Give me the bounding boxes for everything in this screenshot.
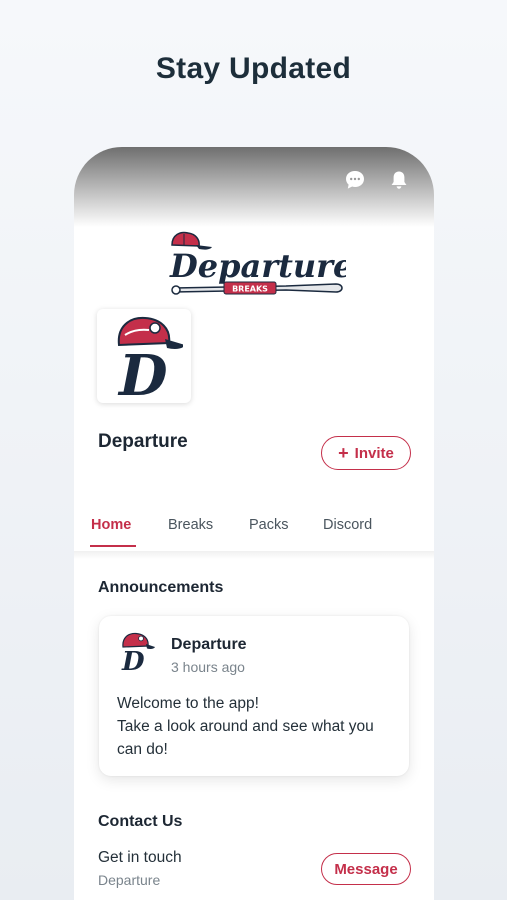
status-header bbox=[74, 147, 434, 227]
tab-bar: Home Breaks Packs Discord bbox=[74, 509, 434, 551]
post-line-2: Take a look around and see what you can … bbox=[117, 718, 374, 758]
headline: Stay Updated bbox=[155, 52, 352, 85]
post-body: Welcome to the app! Take a look around a… bbox=[117, 692, 402, 761]
contact-title: Contact Us bbox=[98, 813, 183, 830]
chat-icon[interactable] bbox=[344, 169, 366, 191]
announcements-title: Announcements bbox=[98, 579, 224, 596]
tab-home[interactable]: Home bbox=[91, 517, 131, 533]
tab-divider bbox=[74, 551, 434, 559]
post-avatar: D bbox=[117, 632, 155, 677]
post-avatar-letter: D bbox=[121, 647, 145, 672]
brand-logo: Departure BREAKS bbox=[166, 231, 353, 301]
announcement-card[interactable]: D Departure 3 hours ago Welcome to the a… bbox=[99, 616, 409, 776]
plus-icon: + bbox=[338, 443, 349, 463]
invite-button[interactable]: + Invite bbox=[321, 436, 411, 470]
post-author: Departure bbox=[171, 636, 247, 653]
avatar-letter: D bbox=[117, 343, 168, 399]
phone-screen: Departure BREAKS D Departure + Invite Ho… bbox=[74, 147, 434, 900]
tab-discord[interactable]: Discord bbox=[323, 517, 372, 533]
logo-wordmark: Departure bbox=[169, 247, 346, 285]
invite-label: Invite bbox=[354, 444, 394, 462]
contact-label: Get in touch bbox=[98, 849, 182, 866]
message-button[interactable]: Message bbox=[321, 853, 411, 885]
logo-subtext: BREAKS bbox=[232, 285, 268, 294]
bell-icon[interactable] bbox=[388, 169, 410, 191]
tab-packs[interactable]: Packs bbox=[249, 517, 289, 533]
avatar: D bbox=[97, 309, 191, 403]
post-timestamp: 3 hours ago bbox=[171, 659, 245, 675]
profile-name: Departure bbox=[98, 431, 188, 452]
tab-breaks[interactable]: Breaks bbox=[168, 517, 213, 533]
post-line-1: Welcome to the app! bbox=[117, 695, 259, 712]
contact-sublabel: Departure bbox=[98, 872, 161, 888]
active-tab-indicator bbox=[90, 545, 136, 547]
